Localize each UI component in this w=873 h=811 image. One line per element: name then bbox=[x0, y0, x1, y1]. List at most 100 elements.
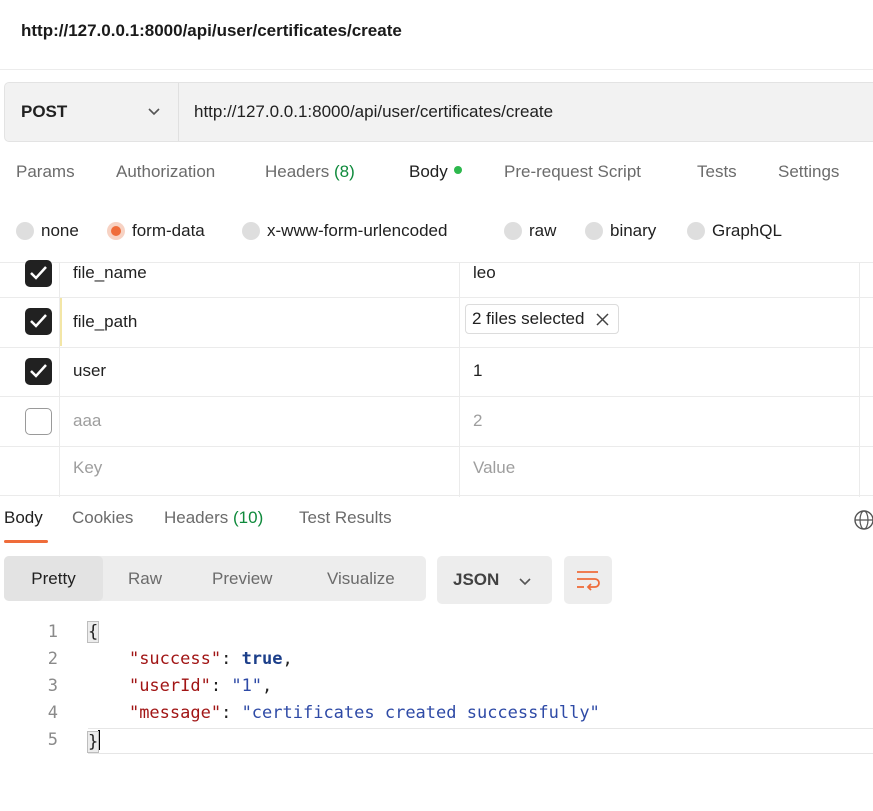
tab-body[interactable]: Body bbox=[409, 162, 462, 182]
response-tab-test-results[interactable]: Test Results bbox=[299, 508, 392, 528]
json-comma: , bbox=[262, 676, 273, 696]
radio-circle bbox=[687, 222, 705, 240]
code-text: "success": true, bbox=[128, 649, 293, 669]
radio-circle bbox=[16, 222, 34, 240]
json-key: "message" bbox=[128, 703, 222, 723]
code-line: 1 { bbox=[0, 620, 873, 647]
view-mode-segmented: Pretty Raw Preview Visualize bbox=[4, 556, 426, 601]
row-value[interactable]: 2 bbox=[473, 411, 482, 431]
line-number: 1 bbox=[47, 622, 58, 642]
tab-headers-count: (8) bbox=[334, 162, 355, 181]
row-value[interactable]: leo bbox=[473, 263, 496, 283]
radio-label: raw bbox=[529, 221, 557, 240]
row-key[interactable]: user bbox=[73, 361, 106, 381]
row-checkbox[interactable] bbox=[25, 260, 52, 287]
new-key-input[interactable]: Key bbox=[73, 458, 102, 478]
code-line: 3 "userId": "1", bbox=[0, 674, 873, 701]
response-body-viewer[interactable]: 1 { 2 "success": true, 3 "userId": "1", … bbox=[0, 620, 873, 760]
row-key[interactable]: file_path bbox=[73, 312, 137, 332]
row-key[interactable]: file_name bbox=[73, 263, 147, 283]
table-row: file_path 2 files selected bbox=[0, 298, 873, 348]
check-icon bbox=[30, 314, 47, 328]
radio-label: none bbox=[41, 221, 79, 240]
body-type-group: none form-data x-www-form-urlencoded raw… bbox=[0, 218, 873, 246]
line-number: 5 bbox=[47, 730, 58, 750]
row-value[interactable]: 1 bbox=[473, 361, 482, 381]
wrap-lines-button[interactable] bbox=[564, 556, 612, 604]
method-select[interactable]: POST bbox=[5, 83, 179, 141]
file-chip-label: 2 files selected bbox=[472, 309, 585, 328]
format-select[interactable]: JSON bbox=[437, 556, 552, 604]
radio-circle bbox=[242, 222, 260, 240]
brace-close: } bbox=[86, 731, 100, 753]
request-tabs: Params Authorization Headers (8) Body Pr… bbox=[0, 162, 873, 196]
file-chip[interactable]: 2 files selected bbox=[465, 304, 620, 334]
response-tab-headers-count: (10) bbox=[233, 508, 264, 527]
json-comma: , bbox=[282, 649, 293, 669]
tab-settings[interactable]: Settings bbox=[778, 162, 839, 182]
view-pretty[interactable]: Pretty bbox=[4, 556, 103, 601]
response-tab-body[interactable]: Body bbox=[4, 508, 48, 543]
json-value: true bbox=[241, 649, 283, 669]
tab-headers[interactable]: Headers (8) bbox=[265, 162, 355, 182]
body-indicator-dot bbox=[453, 166, 462, 174]
code-line: 4 "message": "certificates created succe… bbox=[0, 701, 873, 728]
active-tab-underline bbox=[4, 540, 48, 543]
json-key: "success" bbox=[128, 649, 222, 669]
response-tab-headers[interactable]: Headers (10) bbox=[164, 508, 263, 528]
request-title: http://127.0.0.1:8000/api/user/certifica… bbox=[21, 21, 402, 40]
json-key: "userId" bbox=[128, 676, 211, 696]
code-line: 2 "success": true, bbox=[0, 647, 873, 674]
format-label: JSON bbox=[453, 570, 500, 589]
row-checkbox[interactable] bbox=[25, 408, 52, 435]
tab-params[interactable]: Params bbox=[16, 162, 75, 182]
line-number: 4 bbox=[47, 703, 58, 723]
response-tab-headers-label: Headers bbox=[164, 508, 229, 527]
form-data-table: file_name leo file_path 2 files selected… bbox=[0, 260, 873, 497]
view-visualize[interactable]: Visualize bbox=[327, 556, 395, 601]
response-tabs: Body Cookies Headers (10) Test Results bbox=[0, 508, 873, 544]
check-icon bbox=[30, 364, 47, 378]
tab-authorization[interactable]: Authorization bbox=[116, 162, 215, 182]
row-checkbox[interactable] bbox=[25, 308, 52, 335]
code-text: "userId": "1", bbox=[128, 676, 273, 696]
request-title-bar: http://127.0.0.1:8000/api/user/certifica… bbox=[0, 0, 873, 70]
row-marker bbox=[60, 298, 62, 346]
table-row: file_name leo bbox=[0, 260, 873, 298]
new-value-input[interactable]: Value bbox=[473, 458, 515, 478]
url-bar: POST http://127.0.0.1:8000/api/user/cert… bbox=[4, 82, 873, 142]
tab-tests[interactable]: Tests bbox=[697, 162, 737, 182]
chevron-down-icon bbox=[519, 578, 531, 586]
chevron-down-icon bbox=[148, 108, 160, 116]
radio-label: binary bbox=[610, 221, 657, 240]
brace-open: { bbox=[86, 621, 100, 643]
check-icon bbox=[30, 266, 47, 280]
table-row: user 1 bbox=[0, 348, 873, 397]
line-number: 2 bbox=[47, 649, 58, 669]
response-tab-body-label: Body bbox=[4, 508, 43, 527]
radio-circle bbox=[585, 222, 603, 240]
table-row: aaa 2 bbox=[0, 397, 873, 447]
row-key[interactable]: aaa bbox=[73, 411, 101, 431]
tab-body-label: Body bbox=[409, 162, 448, 181]
json-value: "certificates created successfully" bbox=[241, 703, 600, 723]
row-checkbox[interactable] bbox=[25, 358, 52, 385]
radio-circle bbox=[107, 222, 125, 240]
table-row-new: Key Value bbox=[0, 447, 873, 496]
url-input[interactable]: http://127.0.0.1:8000/api/user/certifica… bbox=[194, 102, 553, 122]
json-value: "1" bbox=[231, 676, 263, 696]
tab-headers-label: Headers bbox=[265, 162, 330, 181]
globe-icon[interactable] bbox=[853, 509, 873, 531]
code-line: 5 } bbox=[0, 728, 873, 755]
response-tab-cookies[interactable]: Cookies bbox=[72, 508, 133, 528]
radio-circle bbox=[504, 222, 522, 240]
radio-label: x-www-form-urlencoded bbox=[267, 221, 448, 240]
close-icon[interactable] bbox=[596, 313, 609, 326]
radio-label: GraphQL bbox=[712, 221, 782, 240]
view-raw[interactable]: Raw bbox=[128, 556, 162, 601]
radio-label: form-data bbox=[132, 221, 205, 240]
code-text: } bbox=[86, 730, 101, 753]
code-text: "message": "certificates created success… bbox=[128, 703, 600, 723]
tab-pre-request-script[interactable]: Pre-request Script bbox=[504, 162, 641, 182]
view-preview[interactable]: Preview bbox=[212, 556, 272, 601]
